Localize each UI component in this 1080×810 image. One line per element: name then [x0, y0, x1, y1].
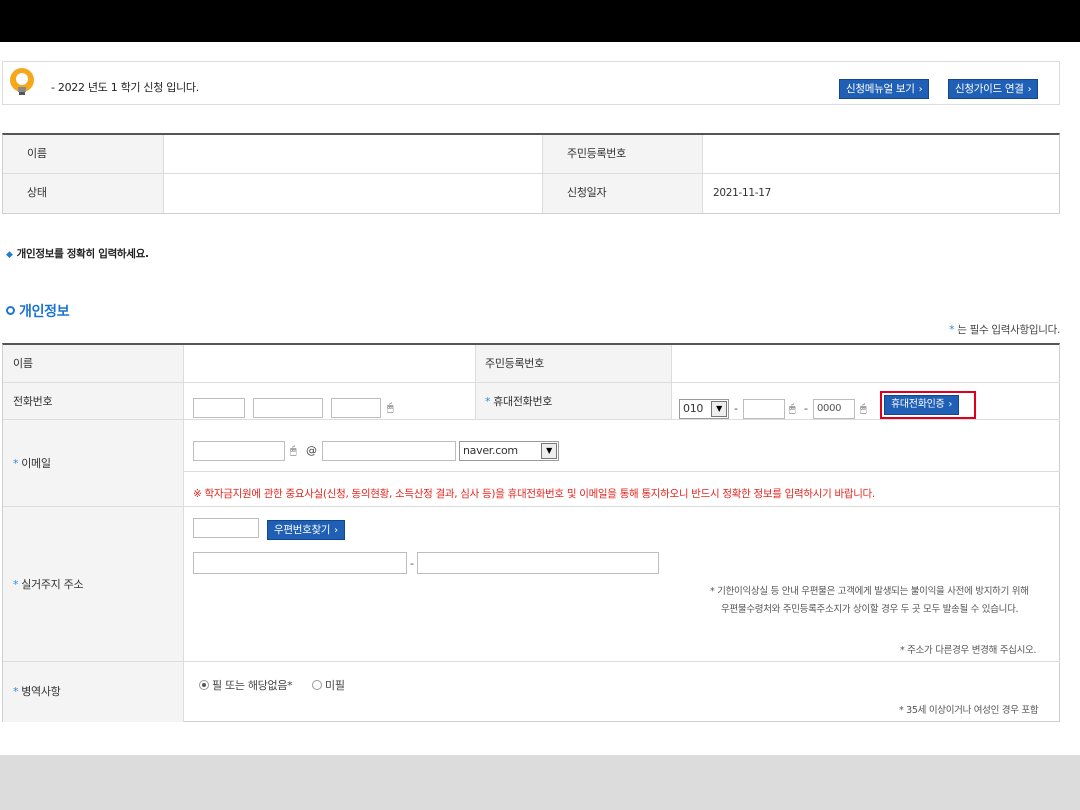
section-title: 개인정보 — [6, 301, 70, 321]
required-note: * 는 필수 입력사항입니다. — [949, 322, 1060, 337]
required-note-label: 는 필수 입력사항입니다. — [957, 324, 1060, 336]
zip-search-label: 우편번호찾기 — [274, 524, 331, 536]
required-star-icon: * — [13, 457, 19, 470]
chevron-down-icon: ▼ — [541, 443, 557, 459]
notice-text: - 2022 년도 1 학기 신청 입니다. — [51, 81, 199, 94]
summary-date-value: 2021-11-17 — [702, 174, 1059, 213]
manual-button-label: 신청메뉴얼 보기 — [846, 83, 915, 95]
phone-last-input[interactable] — [331, 398, 381, 418]
form-mobile-label-text: 휴대전화번호 — [493, 395, 553, 408]
phone-middle-input[interactable] — [253, 398, 323, 418]
mobile-prefix-value: 010 — [683, 402, 704, 415]
summary-rrn-label: 주민등록번호 — [543, 135, 702, 173]
mouse-icon: 🖱 — [789, 402, 796, 415]
required-star-icon: * — [485, 395, 491, 408]
dash-separator: - — [410, 557, 414, 570]
dash-separator: - — [804, 402, 808, 415]
warning-text: ※ 학자금지원에 관한 중요사실(신청, 동의현황, 소득산정 결과, 심사 등… — [193, 488, 875, 500]
guide-button-label: 신청가이드 연결 — [955, 83, 1024, 95]
chevron-right-icon: › — [334, 525, 338, 536]
radio-selected-icon[interactable] — [199, 680, 209, 690]
address-note-2: 우편물수령처와 주민등록주소지가 상이할 경우 두 곳 모두 발송될 수 있습니… — [721, 604, 1019, 615]
form-military-label-text: 병역사항 — [21, 685, 61, 698]
footer-area — [0, 755, 1080, 810]
email-domain-input[interactable] — [322, 441, 456, 461]
zipcode-input[interactable] — [193, 518, 259, 538]
military-option-done-label: 필 또는 해당없음* — [212, 679, 293, 692]
lightbulb-icon — [10, 68, 34, 95]
zip-search-button[interactable]: 우편번호찾기 › — [267, 520, 345, 540]
mobile-middle-input[interactable] — [743, 399, 785, 419]
guide-text-label: 개인정보를 정확히 입력하세요. — [16, 248, 149, 260]
summary-row: 이름 주민등록번호 — [3, 135, 1059, 174]
address-note-1: * 기한이익상실 등 안내 우편물은 고객에게 발생되는 불이익을 사전에 방지… — [710, 586, 1029, 597]
military-option-not-done-label: 미필 — [325, 679, 345, 692]
section-title-label: 개인정보 — [19, 304, 70, 320]
military-note: * 35세 이상이거나 여성인 경우 포함 — [899, 705, 1039, 716]
email-at-sign: @ — [306, 444, 317, 457]
form-email-label-text: 이메일 — [21, 457, 51, 470]
summary-name-value — [163, 135, 543, 173]
chevron-down-icon: ▼ — [711, 401, 727, 417]
address-base-input[interactable] — [193, 552, 407, 574]
email-domain-value: naver.com — [463, 444, 518, 457]
phone-area-input[interactable] — [193, 398, 245, 418]
radio-unselected-icon[interactable] — [312, 680, 322, 690]
mobile-verify-label: 휴대전화인증 — [891, 399, 945, 410]
summary-table: 이름 주민등록번호 상태 신청일자 2021-11-17 — [2, 133, 1060, 214]
address-detail-input[interactable] — [417, 552, 659, 574]
summary-status-label: 상태 — [3, 174, 163, 213]
form-address-label: * 실거주지 주소 — [3, 507, 183, 662]
mouse-icon: 🖱 — [387, 401, 394, 414]
guide-text: ◆ 개인정보를 정확히 입력하세요. — [6, 246, 149, 261]
diamond-bullet-icon: ◆ — [6, 250, 13, 260]
mobile-last-input[interactable]: 0000 — [813, 399, 855, 419]
chevron-right-icon: › — [918, 84, 923, 95]
summary-row: 상태 신청일자 2021-11-17 — [3, 174, 1059, 213]
military-option-done[interactable]: 필 또는 해당없음* — [199, 677, 293, 693]
ring-bullet-icon — [6, 306, 15, 315]
summary-date-label: 신청일자 — [543, 174, 702, 213]
email-id-input[interactable] — [193, 441, 285, 461]
required-star-icon: * — [13, 685, 19, 698]
notice-box: - 2022 년도 1 학기 신청 입니다. 신청메뉴얼 보기 › 신청가이드 연… — [2, 61, 1060, 105]
mobile-verify-button[interactable]: 휴대전화인증 › — [884, 395, 960, 415]
column-divider — [475, 345, 476, 420]
required-star-icon: * — [13, 578, 19, 591]
column-divider — [183, 345, 184, 722]
email-domain-select[interactable]: naver.com ▼ — [459, 441, 559, 461]
manual-button[interactable]: 신청메뉴얼 보기 › — [839, 79, 930, 99]
form-name-label: 이름 — [3, 345, 183, 383]
mouse-icon: 🖱 — [860, 402, 867, 415]
mouse-icon: 🖱 — [290, 444, 297, 457]
summary-rrn-value — [702, 135, 1059, 173]
guide-button[interactable]: 신청가이드 연결 › — [948, 79, 1039, 99]
summary-name-label: 이름 — [3, 135, 163, 173]
military-option-not-done[interactable]: 미필 — [312, 677, 345, 693]
form-phone-label: 전화번호 — [3, 383, 183, 420]
chevron-right-icon: › — [948, 399, 953, 410]
chevron-right-icon: › — [1027, 84, 1032, 95]
form-email-label: * 이메일 — [3, 420, 183, 507]
summary-status-value — [163, 174, 543, 213]
mobile-prefix-select[interactable]: 010 ▼ — [679, 399, 729, 419]
dash-separator: - — [734, 402, 738, 415]
form-military-label: * 병역사항 — [3, 662, 183, 722]
top-bar — [0, 0, 1080, 42]
form-rrn-label: 주민등록번호 — [475, 345, 671, 383]
form-mobile-label: * 휴대전화번호 — [475, 383, 671, 420]
personal-info-form: 이름 주민등록번호 전화번호 🖱 * 휴대전화번호 010 ▼ - 🖱 - 0000… — [2, 343, 1060, 722]
column-divider — [671, 345, 672, 420]
address-note-3: * 주소가 다른경우 변경해 주십시오. — [900, 645, 1037, 656]
form-address-label-text: 실거주지 주소 — [21, 578, 84, 591]
